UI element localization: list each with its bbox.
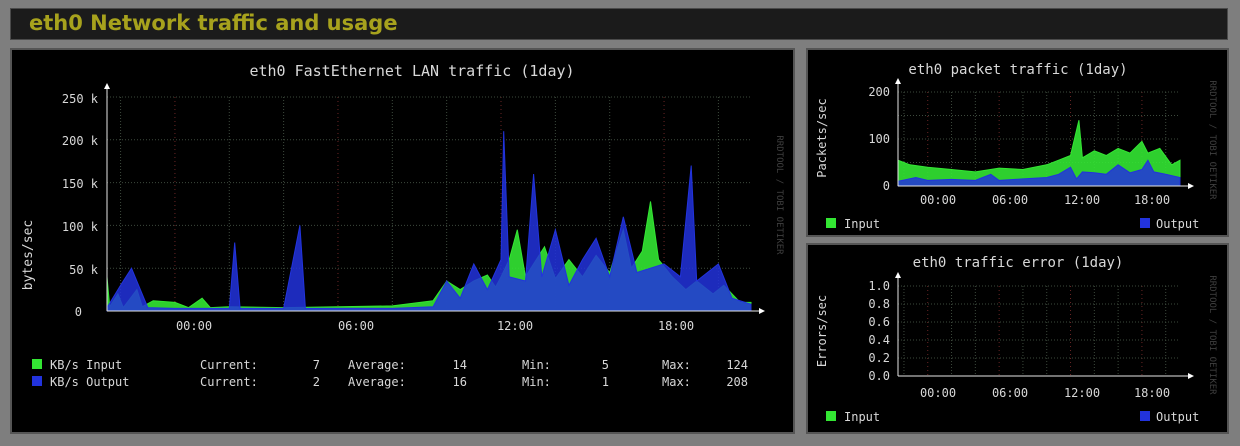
y-tick-label: 200 bbox=[868, 85, 890, 99]
error-plot-area bbox=[895, 272, 1194, 379]
output-legend-label: Output bbox=[1156, 410, 1199, 424]
input-current-value: 7 bbox=[313, 358, 320, 372]
output-legend-swatch bbox=[1140, 218, 1150, 228]
input-legend-swatch bbox=[32, 359, 42, 369]
input-legend-swatch bbox=[826, 218, 836, 228]
y-tick-label: 50 k bbox=[69, 263, 99, 277]
packet-chart-panel: eth0 packet traffic (1day) Packets/sec R… bbox=[806, 48, 1229, 237]
x-tick-label: 18:00 bbox=[1134, 193, 1170, 207]
x-tick-label: 12:00 bbox=[497, 319, 533, 333]
error-chart-panel: eth0 traffic error (1day) Errors/sec RRD… bbox=[806, 243, 1229, 434]
y-tick-label: 0.6 bbox=[868, 315, 890, 329]
y-tick-label: 250 k bbox=[62, 92, 99, 106]
y-tick-label: 0.8 bbox=[868, 297, 890, 311]
output-min-label: Min: bbox=[522, 375, 551, 389]
packet-chart: eth0 packet traffic (1day) Packets/sec R… bbox=[815, 62, 1217, 231]
x-tick-label: 12:00 bbox=[1064, 193, 1100, 207]
traffic-plot-area bbox=[104, 83, 765, 314]
input-legend-swatch bbox=[826, 411, 836, 421]
x-tick-label: 06:00 bbox=[338, 319, 374, 333]
x-tick-label: 12:00 bbox=[1064, 386, 1100, 400]
page-title-bar: eth0 Network traffic and usage bbox=[10, 8, 1228, 40]
input-legend-label: Input bbox=[844, 217, 880, 231]
x-tick-label: 00:00 bbox=[920, 193, 956, 207]
output-legend-swatch bbox=[1140, 411, 1150, 421]
output-current-label: Current: bbox=[200, 375, 258, 389]
y-tick-label: 0 bbox=[75, 305, 82, 319]
x-axis-arrow bbox=[759, 308, 765, 314]
y-axis-arrow bbox=[104, 83, 110, 89]
error-chart-title: eth0 traffic error (1day) bbox=[913, 255, 1124, 271]
output-legend-label: Output bbox=[1156, 217, 1199, 231]
x-tick-label: 18:00 bbox=[1134, 386, 1170, 400]
y-axis-arrow bbox=[895, 78, 901, 84]
rrdtool-watermark: RRDTOOL / TOBI OETIKER bbox=[1207, 275, 1217, 395]
traffic-chart: eth0 FastEthernet LAN traffic (1day) byt… bbox=[21, 62, 784, 389]
input-max-value: 124 bbox=[726, 358, 748, 372]
rrdtool-watermark: RRDTOOL / TOBI OETIKER bbox=[774, 135, 784, 255]
y-tick-label: 1.0 bbox=[868, 279, 890, 293]
packet-plot-area bbox=[895, 78, 1194, 189]
input-min-label: Min: bbox=[522, 358, 551, 372]
y-tick-label: 0 bbox=[883, 179, 890, 193]
output-legend-label: KB/s Output bbox=[50, 375, 129, 389]
input-average-value: 14 bbox=[453, 358, 467, 372]
error-chart: eth0 traffic error (1day) Errors/sec RRD… bbox=[815, 255, 1217, 424]
packet-y-axis-label: Packets/sec bbox=[815, 98, 829, 177]
output-current-value: 2 bbox=[313, 375, 320, 389]
rrdtool-watermark: RRDTOOL / TOBI OETIKER bbox=[1207, 80, 1217, 200]
x-tick-label: 06:00 bbox=[992, 386, 1028, 400]
input-legend-label: KB/s Input bbox=[50, 358, 122, 372]
error-y-axis-label: Errors/sec bbox=[815, 295, 829, 367]
input-average-label: Average: bbox=[348, 358, 406, 372]
output-average-value: 16 bbox=[453, 375, 467, 389]
y-tick-label: 150 k bbox=[62, 177, 99, 191]
x-axis-arrow bbox=[1188, 183, 1194, 189]
traffic-chart-title: eth0 FastEthernet LAN traffic (1day) bbox=[249, 62, 574, 80]
input-current-label: Current: bbox=[200, 358, 258, 372]
packet-chart-title: eth0 packet traffic (1day) bbox=[908, 62, 1127, 78]
output-max-value: 208 bbox=[726, 375, 748, 389]
x-tick-label: 00:00 bbox=[176, 319, 212, 333]
x-tick-label: 18:00 bbox=[658, 319, 694, 333]
traffic-chart-panel: eth0 FastEthernet LAN traffic (1day) byt… bbox=[10, 48, 795, 434]
y-tick-label: 0.4 bbox=[868, 333, 890, 347]
input-max-label: Max: bbox=[662, 358, 691, 372]
y-tick-label: 0.2 bbox=[868, 351, 890, 365]
traffic-y-axis-label: bytes/sec bbox=[21, 220, 36, 290]
traffic-y-tick-labels: 250 k 200 k 150 k 100 k 50 k 0 bbox=[62, 92, 99, 319]
y-tick-label: 0.0 bbox=[868, 369, 890, 383]
y-tick-label: 100 bbox=[868, 132, 890, 146]
output-legend-swatch bbox=[32, 376, 42, 386]
y-axis-arrow bbox=[895, 272, 901, 278]
output-series-area bbox=[106, 131, 752, 312]
x-tick-label: 06:00 bbox=[992, 193, 1028, 207]
input-min-value: 5 bbox=[602, 358, 609, 372]
x-tick-label: 00:00 bbox=[920, 386, 956, 400]
y-tick-label: 100 k bbox=[62, 220, 99, 234]
traffic-x-tick-labels: 00:00 06:00 12:00 18:00 bbox=[176, 319, 694, 333]
page-title: eth0 Network traffic and usage bbox=[29, 11, 398, 35]
input-legend-label: Input bbox=[844, 410, 880, 424]
y-tick-label: 200 k bbox=[62, 134, 99, 148]
output-average-label: Average: bbox=[348, 375, 406, 389]
output-max-label: Max: bbox=[662, 375, 691, 389]
traffic-legend: KB/s Input Current: 7 Average: 14 Min: 5… bbox=[32, 358, 748, 389]
x-axis-arrow bbox=[1188, 373, 1194, 379]
output-min-value: 1 bbox=[602, 375, 609, 389]
